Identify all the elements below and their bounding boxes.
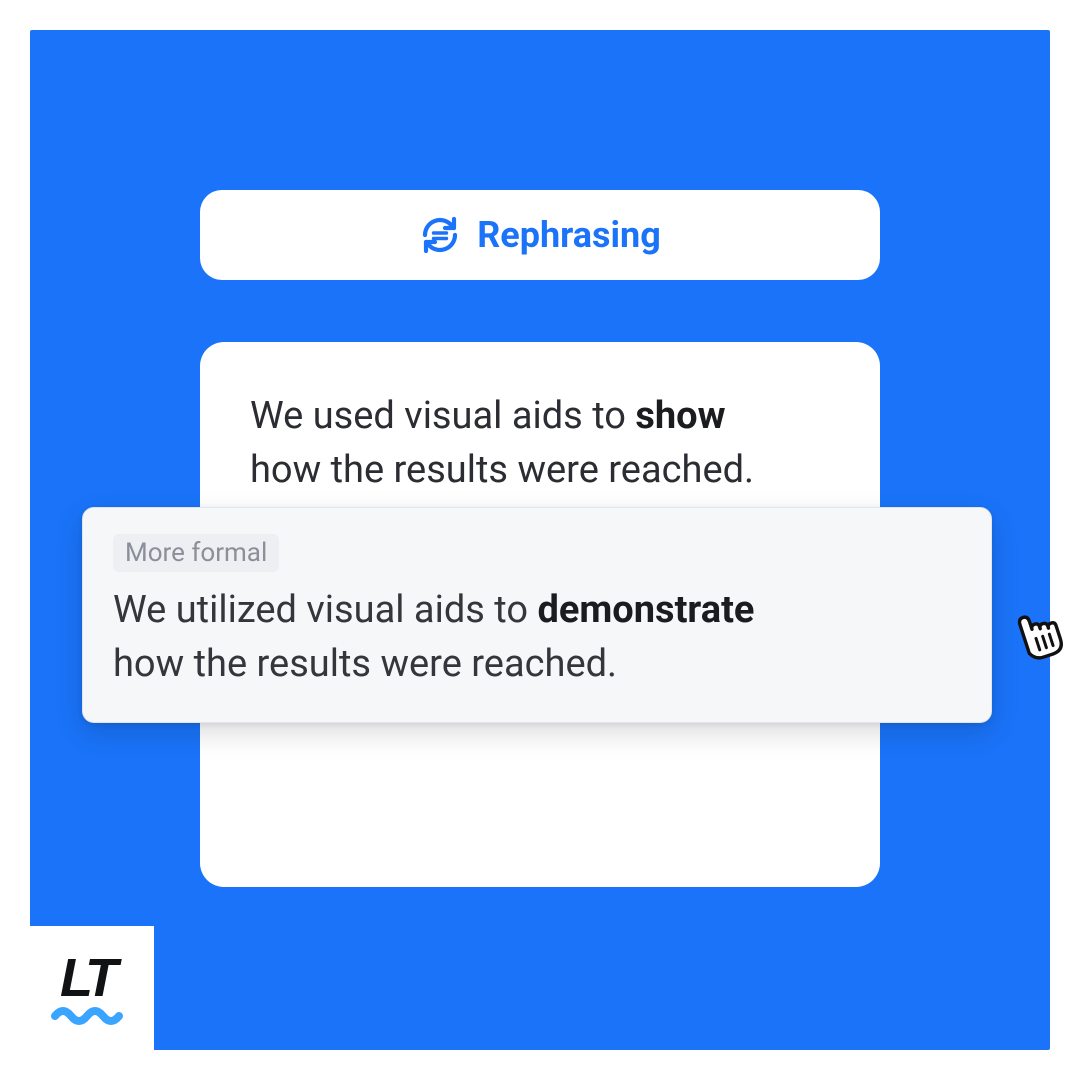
original-bold: show <box>635 394 725 438</box>
suggestion-tag: More formal <box>113 534 279 572</box>
header-label: Rephrasing <box>477 214 661 256</box>
suggestion-sentence: We utilized visual aids to demonstrate h… <box>113 584 961 692</box>
suggestion-bold: demonstrate <box>537 588 754 632</box>
background-field: Rephrasing We used visual aids to show h… <box>30 30 1050 1050</box>
brand-logo: L T <box>30 926 154 1050</box>
original-pre: We used visual aids to <box>250 394 635 438</box>
rephrasing-header: Rephrasing <box>200 190 880 280</box>
suggestion-panel[interactable]: More formal We utilized visual aids to d… <box>82 507 992 723</box>
suggestion-pre: We utilized visual aids to <box>113 588 537 632</box>
rephrase-icon <box>419 214 461 256</box>
suggestion-line2: how the results were reached. <box>113 642 617 686</box>
app-canvas: Rephrasing We used visual aids to show h… <box>0 0 1080 1080</box>
original-line2: how the results were reached. <box>250 448 754 492</box>
pointer-cursor-icon <box>1002 600 1072 674</box>
svg-text:T: T <box>85 948 122 1008</box>
original-sentence: We used visual aids to show how the resu… <box>250 390 830 498</box>
